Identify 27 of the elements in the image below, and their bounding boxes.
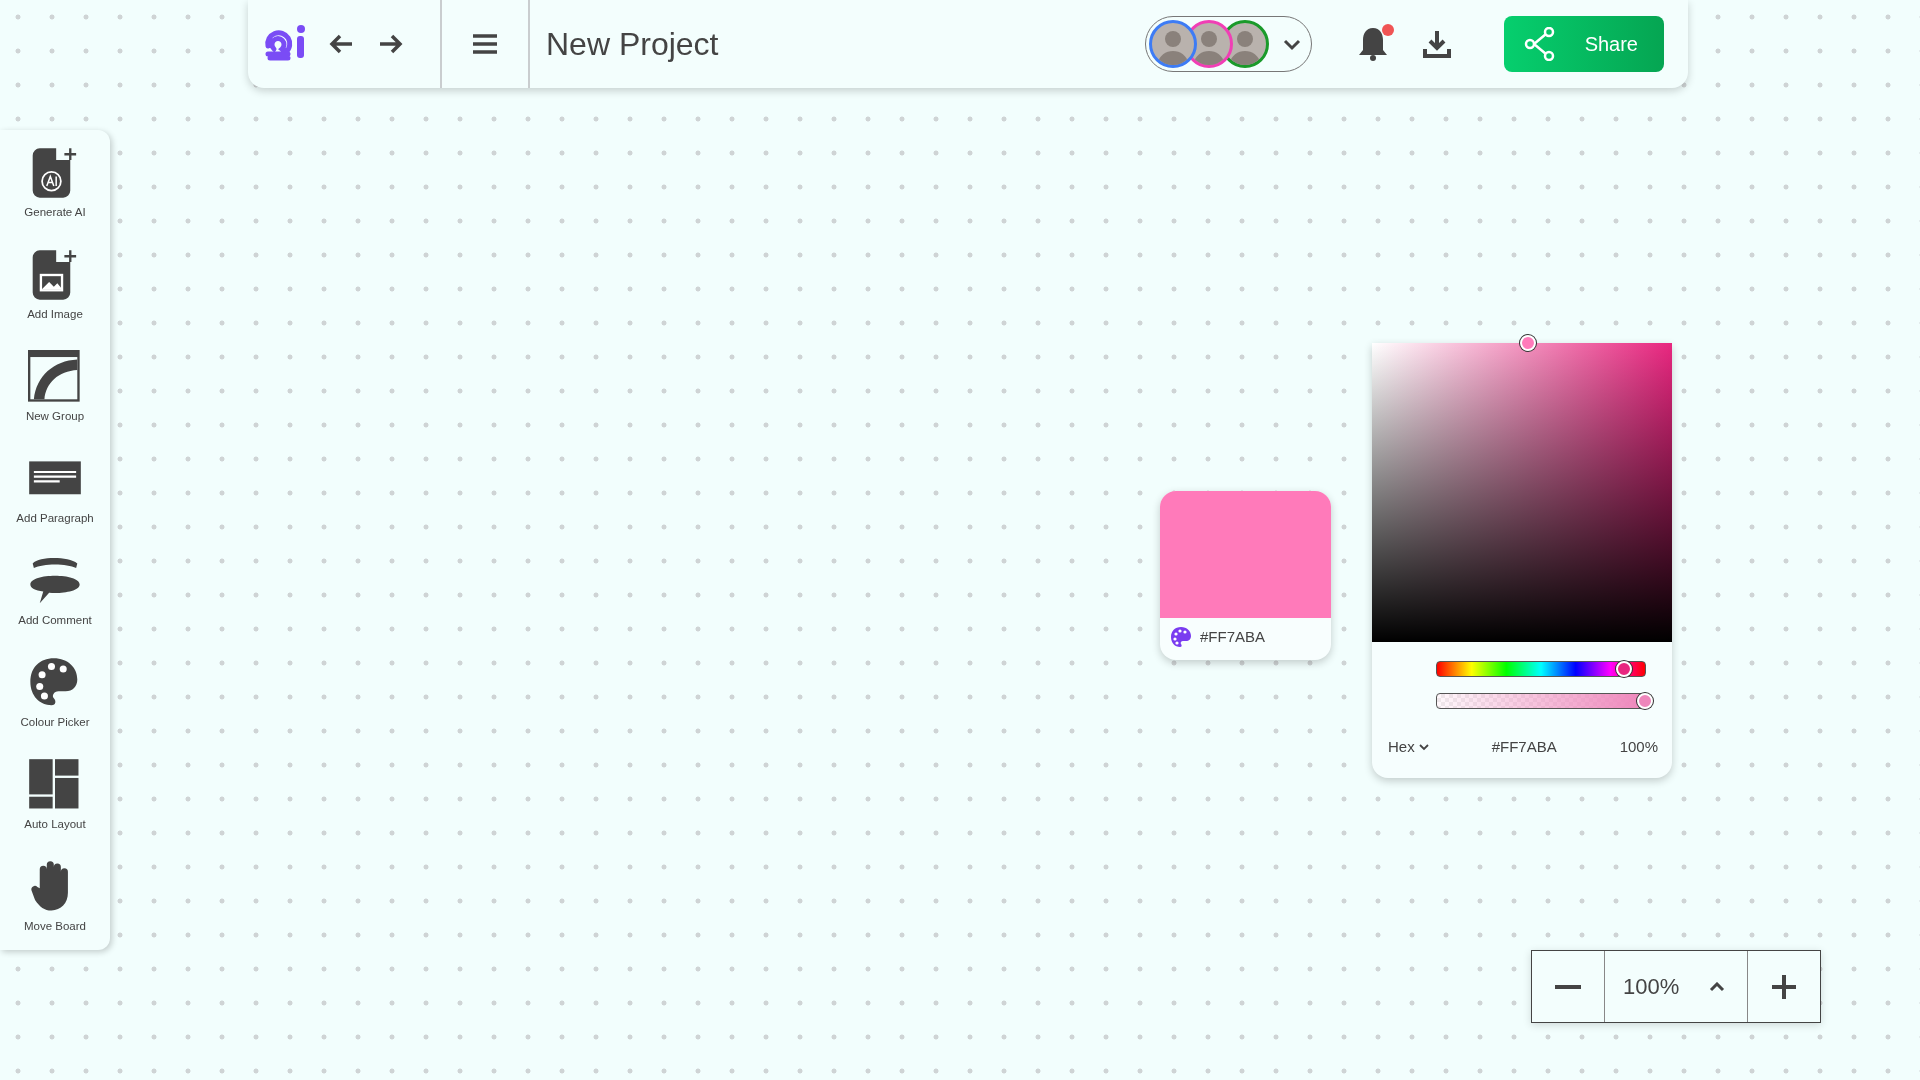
hue-handle[interactable] xyxy=(1616,661,1633,677)
share-icon xyxy=(1524,27,1556,61)
plus-icon xyxy=(1771,973,1797,1000)
project-title: New Project xyxy=(546,25,719,64)
opacity-handle[interactable] xyxy=(1637,693,1653,709)
minus-icon xyxy=(1555,983,1581,990)
sidebar-tool[interactable]: Colour Picker xyxy=(0,656,110,758)
hex-label: #FF7ABA xyxy=(1200,627,1266,647)
caret-up-icon[interactable] xyxy=(1709,981,1725,992)
opacity-value: 100% xyxy=(1619,737,1658,757)
color-field-handle[interactable] xyxy=(1520,335,1536,351)
sidebar-tool[interactable]: Add Comment xyxy=(0,554,110,656)
sidebar-tool[interactable]: Add Image xyxy=(0,248,110,350)
zoom-level: 100% xyxy=(1623,973,1680,1001)
logo-icon xyxy=(264,24,308,64)
sidebar-tool[interactable]: Add Paragraph xyxy=(0,452,110,554)
sidebar-tool[interactable]: Move Board xyxy=(0,860,110,962)
hex-value: #FF7ABA xyxy=(1491,737,1557,757)
format-dropdown[interactable]: Hex xyxy=(1388,736,1429,759)
saturation-field[interactable] xyxy=(1372,333,1672,642)
sidebar-tool[interactable]: Generate AI xyxy=(0,146,110,248)
palette-icon xyxy=(1170,626,1192,649)
chevron-down-icon xyxy=(1418,743,1429,751)
chevron-down-icon xyxy=(1283,38,1301,51)
frame-icon xyxy=(28,350,82,404)
sidebar-tool[interactable]: Auto Layout xyxy=(0,758,110,860)
sidebar-tool[interactable]: New Group xyxy=(0,350,110,452)
